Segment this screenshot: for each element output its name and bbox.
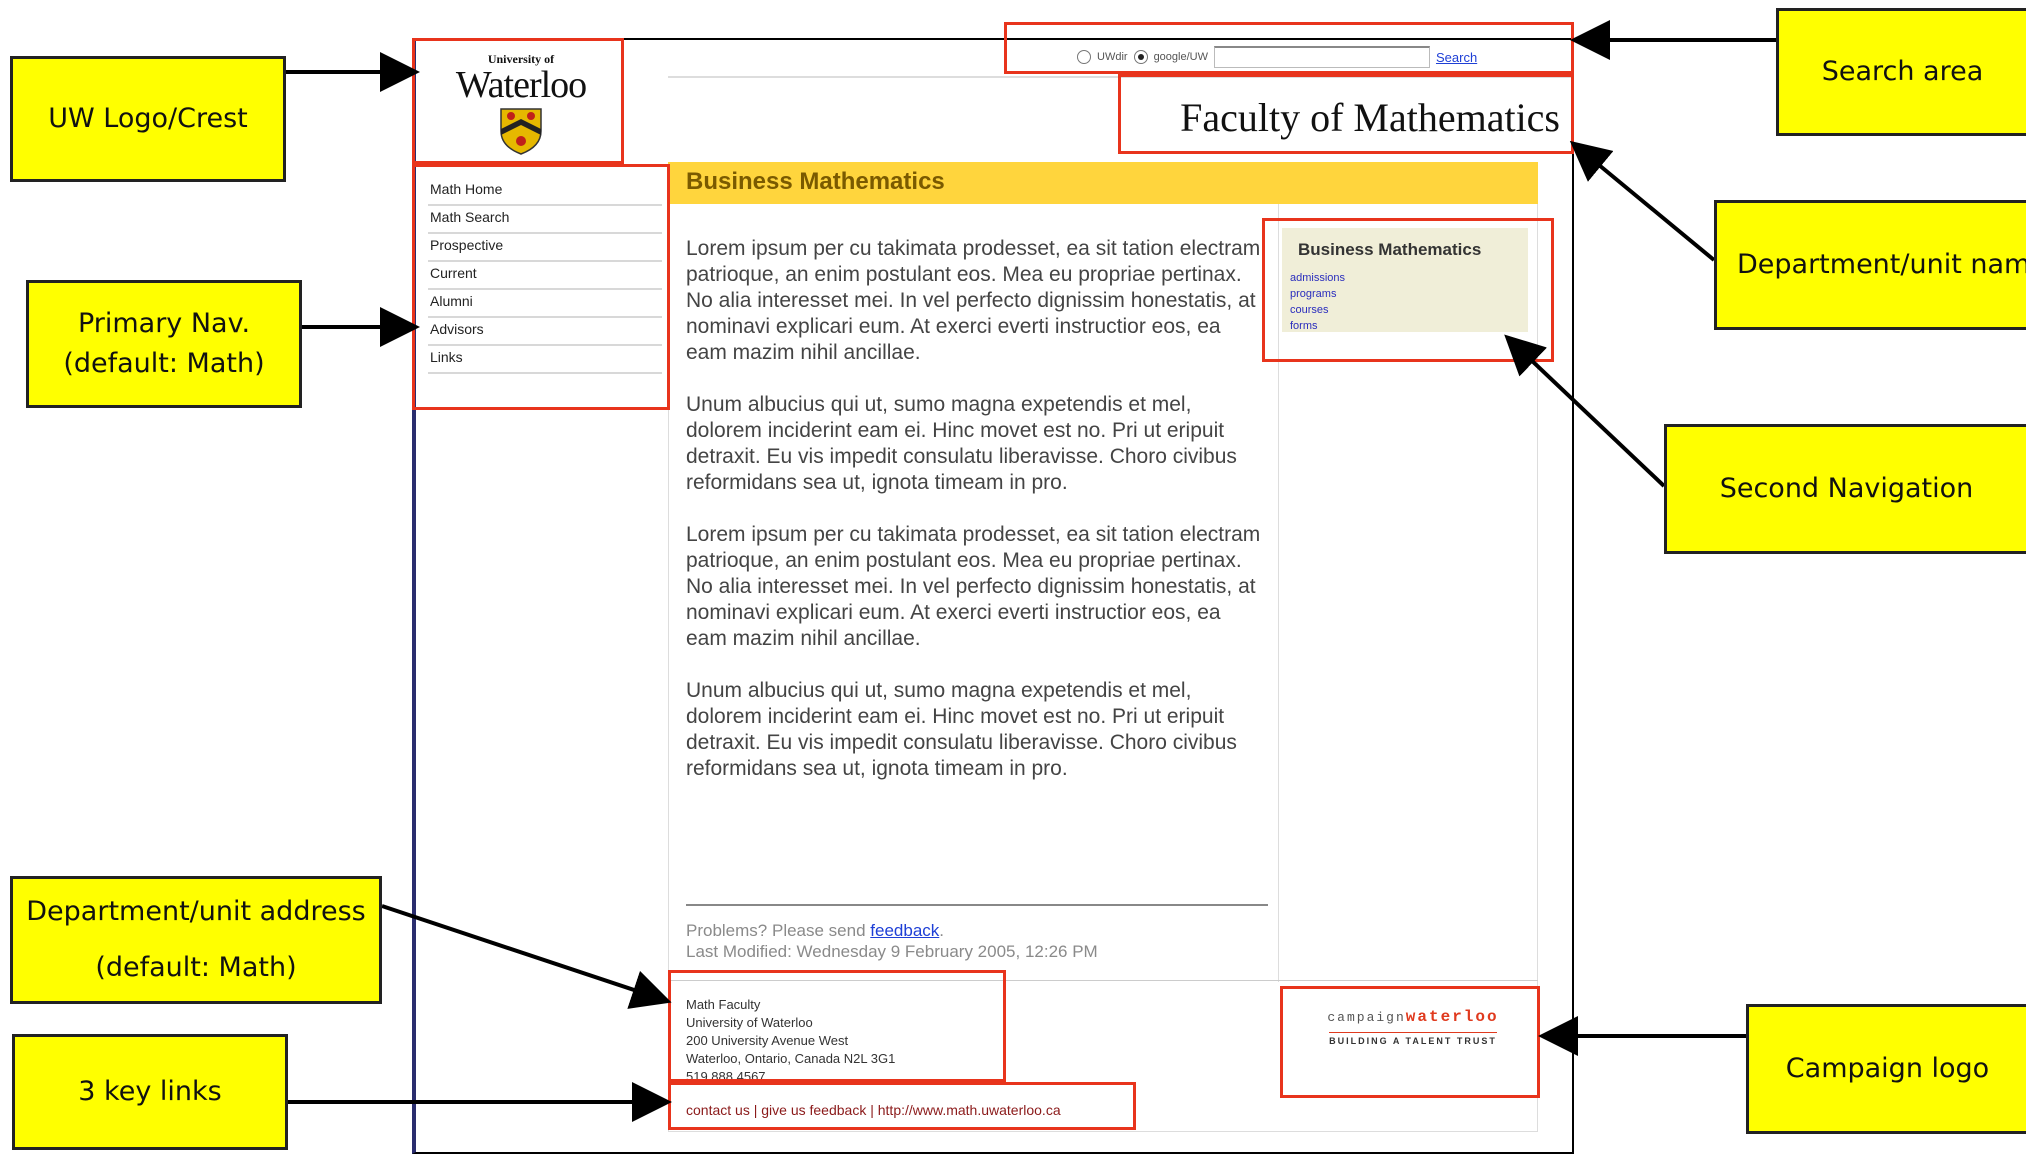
arrow xyxy=(1504,334,1666,488)
callout-second-nav-text: Second Navigation xyxy=(1719,473,1974,504)
callout-second-nav: Second Navigation xyxy=(1664,424,2026,554)
callout-key-links: 3 key links xyxy=(12,1034,288,1150)
arrow xyxy=(1569,140,1716,262)
arrow xyxy=(381,904,672,1009)
callout-primary-nav-line1: Primary Nav. xyxy=(77,308,251,339)
callout-logo-text: UW Logo/Crest xyxy=(48,103,248,134)
callout-dept-name: Department/unit name xyxy=(1714,200,2026,330)
callout-campaign: Campaign logo xyxy=(1746,1004,2026,1134)
callout-address-line2: (default: Math) xyxy=(95,952,297,983)
callout-search: Search area xyxy=(1776,8,2026,136)
callout-search-text: Search area xyxy=(1821,56,1984,87)
callout-primary-nav-line2: (default: Math) xyxy=(63,348,265,379)
callout-primary-nav: Primary Nav. (default: Math) xyxy=(26,280,302,408)
callout-campaign-text: Campaign logo xyxy=(1785,1053,1990,1084)
callout-address: Department/unit address (default: Math) xyxy=(10,876,382,1004)
callout-address-line1: Department/unit address xyxy=(26,896,366,927)
callout-dept-name-text: Department/unit name xyxy=(1737,249,2026,280)
callout-key-links-text: 3 key links xyxy=(78,1076,222,1107)
callout-logo: UW Logo/Crest xyxy=(10,56,286,182)
